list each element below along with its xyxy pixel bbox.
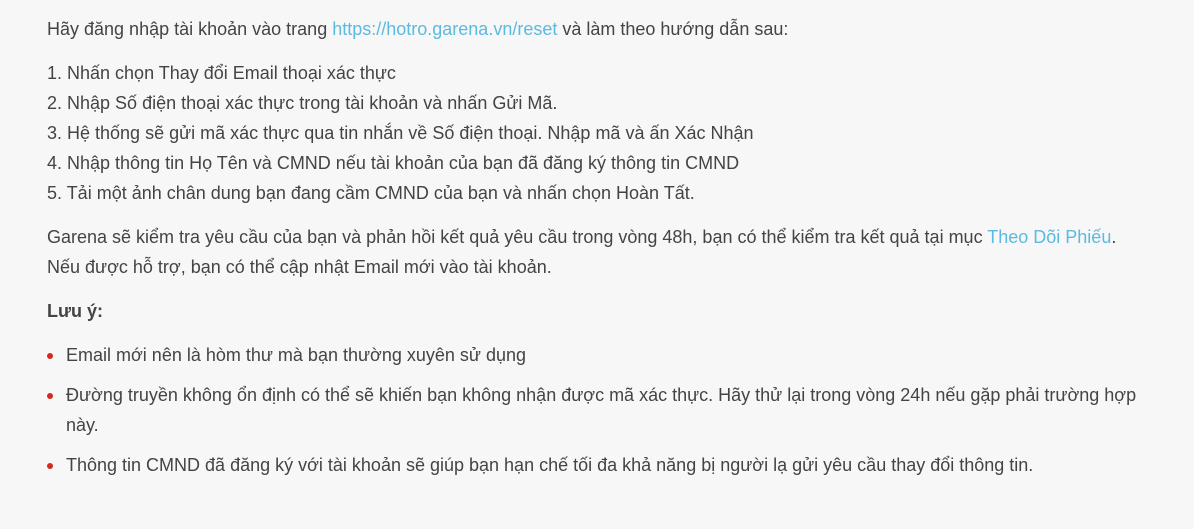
bullet-icon <box>47 393 53 399</box>
result-text-before: Garena sẽ kiểm tra yêu cầu của bạn và ph… <box>47 227 988 247</box>
bullet-icon <box>47 353 53 359</box>
result-paragraph: Garena sẽ kiểm tra yêu cầu của bạn và ph… <box>47 222 1154 282</box>
note-item: Đường truyền không ổn định có thể sẽ khi… <box>47 380 1154 440</box>
note-heading: Lưu ý: <box>47 301 104 321</box>
intro-text-after: và làm theo hướng dẫn sau: <box>557 19 789 39</box>
ticket-tracking-link[interactable]: Theo Dõi Phiếu <box>987 227 1111 247</box>
step-item: 1. Nhấn chọn Thay đổi Email thoại xác th… <box>47 63 396 83</box>
note-item: Thông tin CMND đã đăng ký với tài khoản … <box>47 450 1154 480</box>
steps-list: 1. Nhấn chọn Thay đổi Email thoại xác th… <box>47 58 1154 208</box>
notes-list: Email mới nên là hòm thư mà bạn thường x… <box>47 340 1154 480</box>
step-item: 2. Nhập Số điện thoại xác thực trong tài… <box>47 93 558 113</box>
note-item: Email mới nên là hòm thư mà bạn thường x… <box>47 340 1154 370</box>
step-item: 5. Tải một ảnh chân dung bạn đang cầm CM… <box>47 183 695 203</box>
intro-paragraph: Hãy đăng nhập tài khoản vào trang https:… <box>47 14 1154 44</box>
help-article: Hãy đăng nhập tài khoản vào trang https:… <box>0 0 1194 480</box>
reset-link[interactable]: https://hotro.garena.vn/reset <box>332 19 557 39</box>
note-text: Thông tin CMND đã đăng ký với tài khoản … <box>66 455 1034 475</box>
step-item: 4. Nhập thông tin Họ Tên và CMND nếu tài… <box>47 153 740 173</box>
note-text: Email mới nên là hòm thư mà bạn thường x… <box>66 345 526 365</box>
intro-text-before: Hãy đăng nhập tài khoản vào trang <box>47 19 333 39</box>
bullet-icon <box>47 463 53 469</box>
note-text: Đường truyền không ổn định có thể sẽ khi… <box>66 385 1137 435</box>
step-item: 3. Hệ thống sẽ gửi mã xác thực qua tin n… <box>47 123 754 143</box>
